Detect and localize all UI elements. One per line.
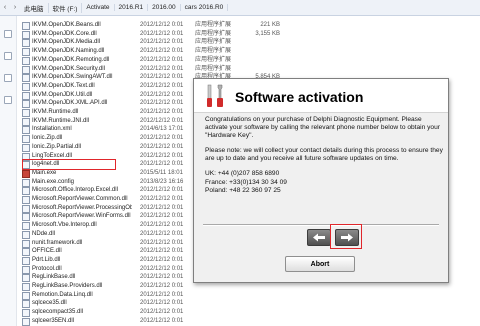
privacy-note: Please note: we will collect your contac… <box>205 147 443 163</box>
address-bar[interactable]: ‹ › 此电脑 软件 (F:) Activate 2016.R1 2016.00… <box>0 0 480 16</box>
pin-icon[interactable] <box>4 30 12 38</box>
dialog-header: Software activation <box>194 79 448 113</box>
navigation-pane[interactable] <box>0 16 17 326</box>
contact-france: France: +33(0)134 30 34 09 <box>205 178 287 186</box>
breadcrumb-item[interactable]: 此电脑 <box>20 2 49 13</box>
dialog-body: Congratulations on your purchase of Delp… <box>205 116 443 196</box>
breadcrumb-item[interactable]: cars 2016.R0 <box>181 4 229 11</box>
abort-button[interactable]: Abort <box>285 256 355 272</box>
back-button[interactable] <box>307 229 331 246</box>
next-button-highlight <box>330 224 362 249</box>
file-icon <box>22 317 30 326</box>
contact-poland: Poland: +48 22 360 97 25 <box>205 187 281 195</box>
file-row[interactable]: sqlceer35EN.dll 2012/12/12 0:01 <box>18 316 480 326</box>
software-activation-dialog: Software activation Congratulations on y… <box>193 78 449 283</box>
breadcrumb-item[interactable]: 软件 (F:) <box>49 2 83 13</box>
wrench-screwdriver-icon <box>207 84 223 107</box>
arrow-left-icon <box>313 233 325 242</box>
activation-message: Congratulations on your purchase of Delp… <box>205 116 440 140</box>
divider <box>203 224 439 226</box>
file-date: 2012/12/12 0:01 <box>140 317 184 324</box>
contact-uk: UK: +44 (0)207 858 6890 <box>205 170 280 178</box>
chevron-left-icon[interactable]: ‹ <box>0 0 10 15</box>
dialog-title: Software activation <box>235 89 364 105</box>
pin-icon[interactable] <box>4 74 12 82</box>
chevron-right-icon[interactable]: › <box>10 0 20 15</box>
pin-icon[interactable] <box>4 52 12 60</box>
breadcrumb-item[interactable]: 2016.R1 <box>115 4 149 11</box>
breadcrumb-item[interactable]: 2016.00 <box>148 4 181 11</box>
contact-list: UK: +44 (0)207 858 6890 France: +33(0)13… <box>205 170 443 195</box>
file-name: sqlceer35EN.dll <box>32 317 75 324</box>
pin-icon[interactable] <box>4 96 12 104</box>
main-exe-highlight <box>22 159 116 170</box>
breadcrumb-item[interactable]: Activate <box>82 4 115 11</box>
